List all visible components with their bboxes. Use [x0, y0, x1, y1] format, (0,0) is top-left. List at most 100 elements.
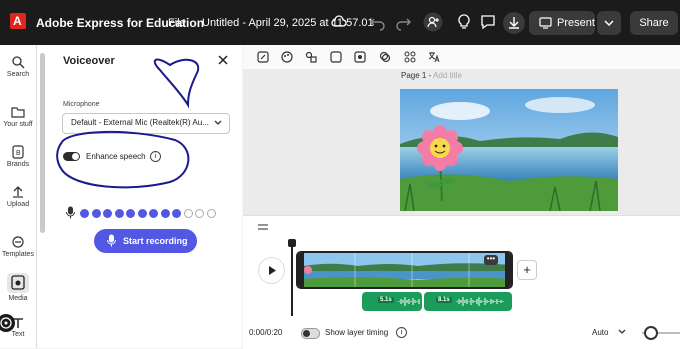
layers-icon[interactable] — [379, 51, 391, 63]
show-layer-timing-toggle[interactable] — [301, 328, 320, 339]
level-dot — [149, 209, 158, 218]
frame-icon[interactable] — [330, 51, 342, 63]
microphone-icon — [107, 234, 116, 247]
adobe-express-logo[interactable] — [10, 13, 26, 29]
zoom-select[interactable]: Auto — [592, 328, 608, 337]
rail-item-label: Upload — [6, 201, 30, 208]
timeline-panel: ••• + 5.1s 8.1s 0:00/0:20 Show layer tim… — [243, 215, 680, 349]
level-dot — [114, 209, 124, 218]
close-icon — [218, 55, 228, 65]
enhance-speech-toggle[interactable] — [63, 152, 80, 161]
level-dot — [172, 209, 181, 218]
voiceover-panel: Voiceover Microphone Default - External … — [37, 45, 242, 348]
present-icon — [539, 17, 552, 29]
lightbulb-icon[interactable] — [455, 13, 473, 31]
canvas-toolbar — [243, 45, 680, 69]
rail-item-label: Your stuff — [3, 121, 33, 128]
page-number-label: Page 1 - — [401, 71, 434, 80]
share-button[interactable]: Share — [630, 11, 678, 35]
undo-icon[interactable] — [369, 13, 387, 31]
page-label: Page 1 - Add title — [401, 71, 462, 80]
media-icon — [7, 273, 29, 293]
zoom-slider-handle[interactable] — [644, 326, 658, 340]
templates-icon — [12, 236, 24, 248]
rail-item-upload[interactable]: Upload — [0, 185, 36, 208]
accessibility-icon[interactable] — [0, 313, 16, 333]
canvas-area: Page 1 - Add title — [243, 69, 680, 215]
left-rail: Search Your stuff B Brands Upload Templa… — [0, 45, 37, 348]
image-icon[interactable] — [354, 51, 366, 63]
shapes-icon[interactable] — [305, 51, 317, 63]
enhance-speech-label: Enhance speech — [86, 152, 146, 161]
playhead[interactable] — [288, 239, 296, 316]
rail-item-label: Templates — [2, 251, 34, 258]
clip-more-button[interactable]: ••• — [484, 255, 498, 265]
download-button[interactable] — [503, 12, 525, 34]
svg-text:B: B — [16, 150, 21, 157]
microphone-value: Default - External Mic (Realtek(R) Au... — [71, 118, 209, 127]
comment-icon[interactable] — [479, 13, 497, 31]
info-icon[interactable]: i — [150, 151, 161, 162]
audio-clip-duration: 8.1s — [436, 297, 452, 303]
invite-user-icon[interactable] — [423, 12, 443, 32]
level-dot — [126, 209, 135, 218]
microphone-icon — [66, 206, 75, 219]
audio-clip[interactable]: 8.1s — [424, 292, 512, 311]
rail-item-brands[interactable]: B Brands — [0, 145, 36, 168]
panel-title: Voiceover — [63, 55, 115, 67]
redo-icon[interactable] — [394, 13, 412, 31]
document-title[interactable]: Untitled - April 29, 2025 at 11.57.01 — [202, 17, 374, 29]
audio-waveform — [456, 297, 504, 306]
microphone-select[interactable]: Default - External Mic (Realtek(R) Au... — [62, 113, 230, 134]
time-display: 0:00/0:20 — [249, 328, 283, 337]
chevron-down-icon — [604, 20, 614, 27]
drag-handle-icon[interactable] — [258, 224, 268, 230]
info-icon[interactable]: i — [396, 327, 407, 338]
panel-scrollbar[interactable] — [40, 53, 45, 233]
clip-thumbnails — [298, 253, 511, 287]
present-button[interactable]: Present — [529, 11, 595, 35]
present-options-button[interactable] — [597, 11, 621, 35]
canvas-artwork-image[interactable] — [400, 89, 618, 211]
brand-icon: B — [12, 145, 24, 159]
audio-waveform — [398, 297, 420, 306]
file-menu[interactable]: File — [168, 17, 186, 29]
level-dot — [206, 209, 216, 218]
translate-icon[interactable] — [428, 51, 440, 63]
folder-icon — [11, 107, 25, 118]
top-bar: Adobe Express for Education File Untitle… — [0, 0, 680, 45]
chevron-down-icon — [214, 120, 222, 125]
rail-item-label: Media — [8, 295, 28, 302]
rail-item-your-stuff[interactable]: Your stuff — [0, 105, 36, 128]
upload-icon — [13, 186, 23, 198]
search-icon — [12, 56, 25, 69]
page-title-input[interactable]: Add title — [433, 71, 462, 80]
audio-clip-duration: 5.1s — [378, 297, 394, 303]
play-icon — [269, 266, 276, 275]
level-dot — [195, 209, 204, 218]
rail-item-label: Search — [6, 71, 30, 78]
rail-item-media[interactable]: Media — [0, 273, 36, 302]
level-dot — [137, 209, 147, 218]
present-label: Present — [557, 17, 595, 29]
microphone-label: Microphone — [63, 101, 100, 108]
play-button[interactable] — [258, 257, 285, 284]
cloud-sync-icon[interactable] — [331, 15, 347, 27]
close-button[interactable] — [218, 53, 228, 68]
grid-icon[interactable] — [404, 51, 416, 63]
rail-item-search[interactable]: Search — [0, 55, 36, 78]
level-dot — [103, 209, 112, 218]
level-dot — [91, 209, 101, 218]
rail-item-templates[interactable]: Templates — [0, 235, 36, 258]
add-scene-button[interactable]: + — [517, 260, 537, 280]
download-icon — [509, 17, 519, 29]
start-recording-label: Start recording — [123, 236, 188, 246]
rail-item-label: Brands — [6, 161, 30, 168]
chevron-down-icon[interactable] — [617, 326, 627, 336]
audio-clip[interactable]: 5.1s — [362, 292, 422, 311]
resize-icon[interactable] — [257, 51, 269, 63]
timeline-footer: 0:00/0:20 Show layer timing i Auto — [243, 320, 680, 349]
video-clip[interactable] — [296, 251, 513, 289]
start-recording-button[interactable]: Start recording — [94, 229, 197, 253]
palette-icon[interactable] — [281, 51, 293, 63]
